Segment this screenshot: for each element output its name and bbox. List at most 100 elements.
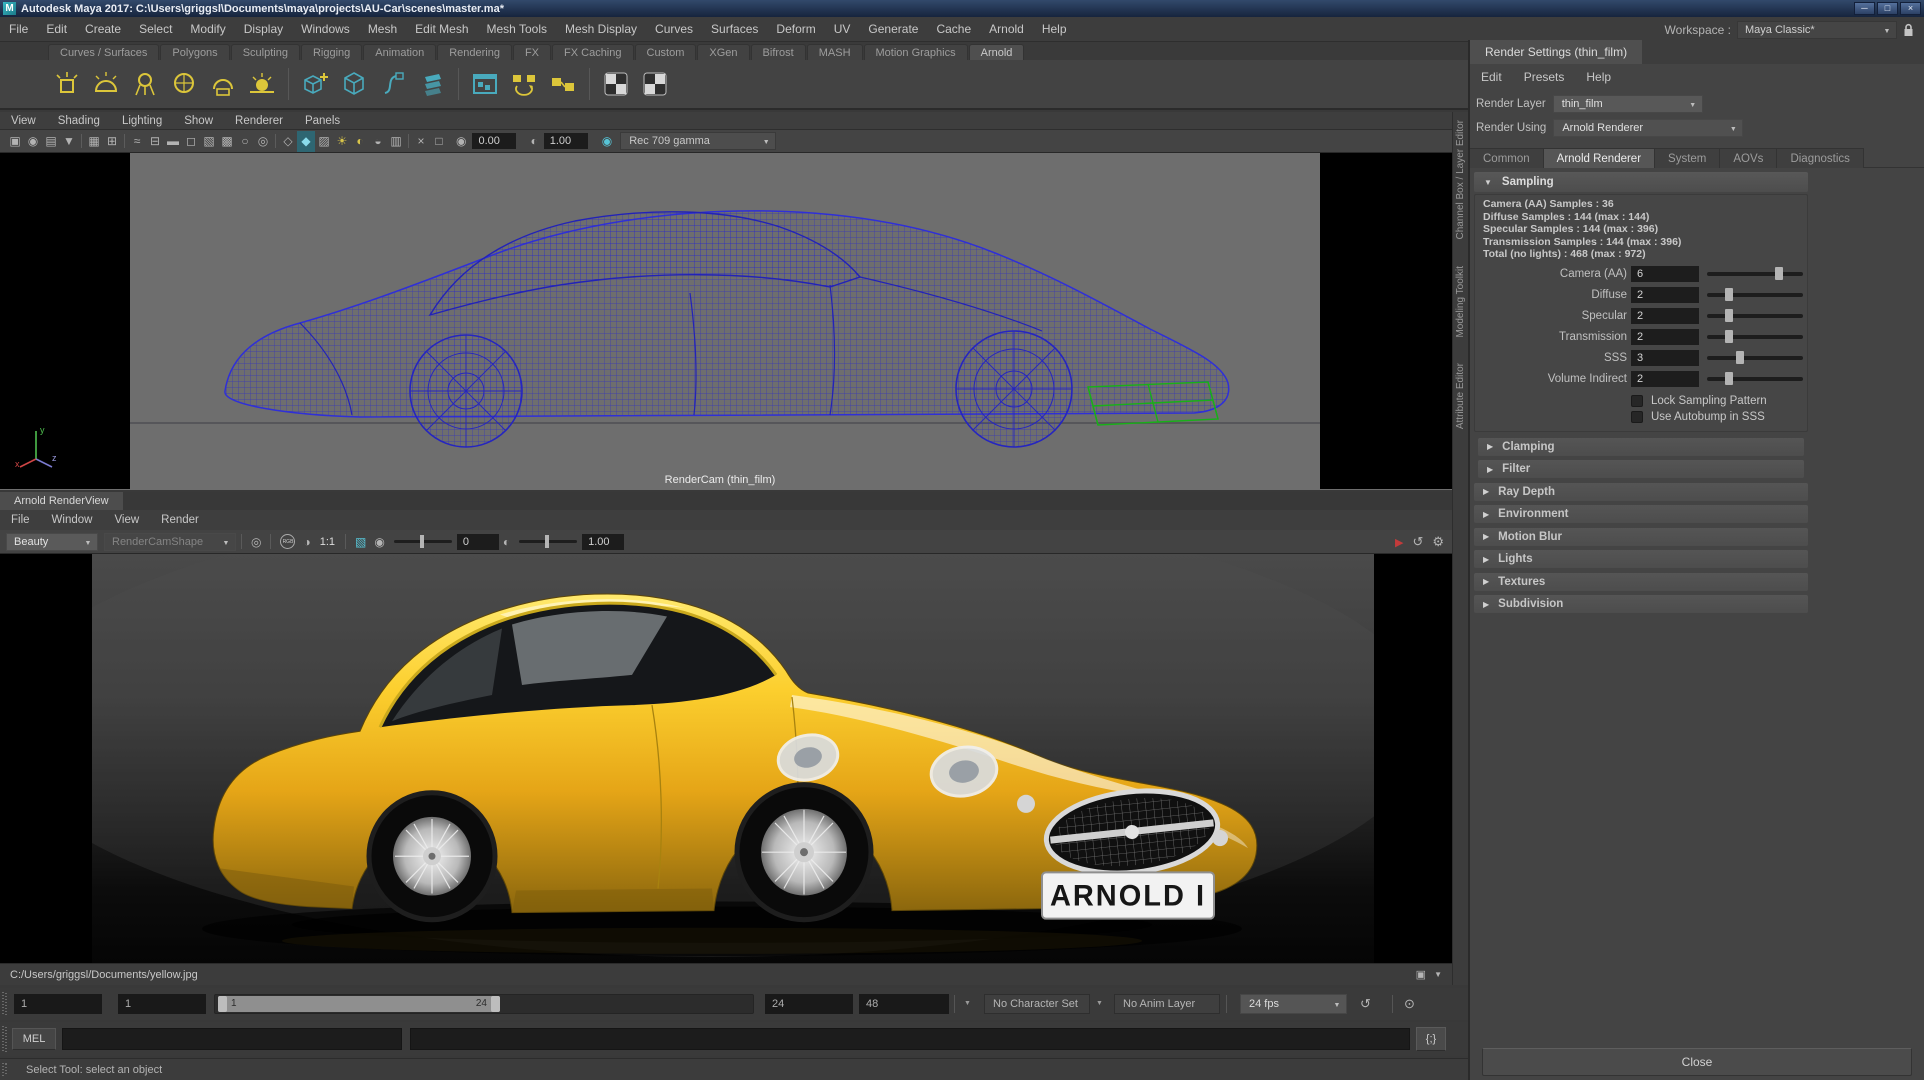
viewport-menu-item[interactable]: View bbox=[0, 112, 47, 129]
menu-item[interactable]: Mesh Tools bbox=[478, 17, 556, 41]
viewport-menu-item[interactable]: Shading bbox=[47, 112, 111, 129]
render-settings-tab[interactable]: Diagnostics bbox=[1777, 148, 1864, 168]
exposure-field[interactable]: 0 bbox=[456, 533, 499, 550]
checkbox[interactable] bbox=[1631, 410, 1643, 423]
character-set-menu-icon[interactable]: ▼ bbox=[964, 1000, 971, 1007]
animation-start-field[interactable]: 1 bbox=[14, 994, 102, 1014]
refresh-render-icon[interactable]: ↺ bbox=[1412, 534, 1423, 550]
separator[interactable] bbox=[408, 134, 409, 148]
anti-alias-icon[interactable]: ▥ bbox=[387, 131, 405, 152]
render-node-icon[interactable] bbox=[546, 67, 580, 101]
exposure-slider[interactable] bbox=[393, 535, 452, 548]
exposure-icon[interactable]: ◉ bbox=[374, 535, 384, 549]
animation-end-field[interactable]: 48 bbox=[859, 994, 949, 1014]
gamma-field[interactable]: 1.00 bbox=[582, 533, 625, 550]
pan-zoom-icon[interactable]: ⊞ bbox=[103, 131, 121, 152]
render-settings-tab[interactable]: System bbox=[1655, 148, 1721, 168]
side-tab[interactable]: Modeling Toolkit bbox=[1455, 266, 1466, 338]
occlusion-icon[interactable]: ◒ bbox=[369, 131, 387, 152]
section-header[interactable]: Filter bbox=[1478, 460, 1804, 478]
render-settings-menu-item[interactable]: Presets bbox=[1513, 65, 1576, 89]
renderview-menu-item[interactable]: Render bbox=[150, 510, 210, 530]
renderview-menu-item[interactable]: File bbox=[0, 510, 41, 530]
gamma-slider[interactable] bbox=[519, 535, 578, 548]
drag-handle[interactable] bbox=[2, 1063, 7, 1076]
menu-item[interactable]: Create bbox=[76, 17, 130, 41]
menu-item[interactable]: Select bbox=[130, 17, 181, 41]
grease-pencil-icon[interactable]: ≈ bbox=[128, 131, 146, 152]
field-chart-icon[interactable]: ▩ bbox=[218, 131, 236, 152]
exposure-icon[interactable]: ◉ bbox=[456, 134, 466, 148]
side-tab[interactable]: Channel Box / Layer Editor bbox=[1455, 120, 1466, 240]
slider-track[interactable] bbox=[1707, 350, 1803, 364]
save-image-icon[interactable]: ▣ bbox=[1416, 968, 1426, 981]
menu-item[interactable]: Curves bbox=[646, 17, 702, 41]
renderview-tab[interactable]: Arnold RenderView bbox=[0, 492, 123, 510]
standin-create-icon[interactable] bbox=[298, 67, 332, 101]
section-header[interactable]: Ray Depth bbox=[1474, 482, 1808, 501]
range-slider[interactable]: 1 24 bbox=[218, 996, 500, 1012]
safe-action-icon[interactable]: ○ bbox=[236, 131, 254, 152]
grid-icon[interactable]: ⊟ bbox=[146, 131, 164, 152]
playback-loop-icon[interactable]: ↺ bbox=[1360, 996, 1371, 1012]
anim-prefs-clock-icon[interactable]: ⊙ bbox=[1404, 996, 1415, 1012]
separator[interactable] bbox=[81, 134, 82, 148]
script-editor-icon[interactable]: {;} bbox=[1416, 1027, 1446, 1051]
viewport-canvas[interactable]: RenderCam (thin_film) y x z bbox=[0, 153, 1452, 489]
wireframe-render-region[interactable]: RenderCam (thin_film) bbox=[130, 153, 1320, 489]
slider-handle[interactable] bbox=[1725, 371, 1734, 385]
render-settings-tab[interactable]: AOVs bbox=[1720, 148, 1778, 168]
use-all-lights-icon[interactable]: ☀ bbox=[333, 131, 351, 152]
playback-start-field[interactable]: 1 bbox=[118, 994, 206, 1014]
chevron-down-icon[interactable] bbox=[1878, 22, 1896, 38]
render-layer-dropdown[interactable]: thin_film bbox=[1552, 95, 1703, 113]
render-settings-title[interactable]: Render Settings (thin_film) bbox=[1470, 40, 1643, 64]
viewport-exposure-field[interactable]: 0.00 bbox=[472, 133, 517, 149]
wireframe-mode-icon[interactable]: ◇ bbox=[279, 131, 297, 152]
menu-item[interactable]: Windows bbox=[292, 17, 359, 41]
snapshot-icon[interactable]: ◎ bbox=[251, 535, 261, 549]
slider-value-field[interactable]: 2 bbox=[1631, 286, 1699, 303]
bookmarks-icon[interactable]: ▼ bbox=[60, 131, 78, 152]
physical-sky-icon[interactable] bbox=[245, 67, 279, 101]
slider-handle[interactable] bbox=[1735, 350, 1744, 364]
camera-attributes-icon[interactable]: ▤ bbox=[42, 131, 60, 152]
render-play-icon[interactable]: ▶ bbox=[1395, 536, 1403, 549]
minimize-button[interactable]: ─ bbox=[1854, 2, 1875, 15]
chevron-down-icon[interactable]: ▼ bbox=[1434, 970, 1442, 979]
separator[interactable] bbox=[275, 134, 276, 148]
viewport-menu-item[interactable]: Renderer bbox=[224, 112, 294, 129]
slider-value-field[interactable]: 2 bbox=[1631, 307, 1699, 324]
side-tab[interactable]: Attribute Editor bbox=[1455, 363, 1466, 429]
aov-dropdown[interactable]: Beauty bbox=[6, 532, 98, 551]
command-input[interactable] bbox=[62, 1028, 402, 1050]
separator[interactable] bbox=[124, 134, 125, 148]
playback-end-field[interactable]: 24 bbox=[765, 994, 853, 1014]
shelf-tab[interactable]: FX bbox=[512, 44, 552, 60]
render-view-icon[interactable] bbox=[468, 67, 502, 101]
shelf-tab[interactable]: Custom bbox=[634, 44, 697, 60]
section-header[interactable]: Textures bbox=[1474, 572, 1808, 591]
menu-item[interactable]: Edit Mesh bbox=[406, 17, 477, 41]
gate-mask-icon[interactable]: ▧ bbox=[200, 131, 218, 152]
gamma-icon[interactable]: ◐ bbox=[530, 134, 537, 148]
menu-item[interactable]: Arnold bbox=[980, 17, 1033, 41]
shelf-tab[interactable]: Rendering bbox=[437, 44, 512, 60]
lock-icon[interactable] bbox=[1903, 23, 1914, 37]
renderview-menu-item[interactable]: View bbox=[103, 510, 150, 530]
light-portal-icon[interactable] bbox=[206, 67, 240, 101]
anim-layer-field[interactable]: No Anim Layer bbox=[1114, 994, 1220, 1014]
chevron-down-icon[interactable] bbox=[1724, 120, 1742, 136]
texture-checker-icon[interactable] bbox=[599, 67, 633, 101]
photometric-light-icon[interactable] bbox=[167, 67, 201, 101]
renderview-canvas[interactable]: ARNOLD I bbox=[0, 554, 1452, 963]
render-using-dropdown[interactable]: Arnold Renderer bbox=[1553, 119, 1744, 137]
section-header[interactable]: Lights bbox=[1474, 550, 1808, 568]
menu-item[interactable]: UV bbox=[825, 17, 860, 41]
shelf-tab[interactable]: XGen bbox=[697, 44, 750, 60]
menu-item[interactable]: Edit bbox=[37, 17, 76, 41]
gamma-icon[interactable]: ◐ bbox=[503, 535, 510, 549]
shelf-tab[interactable]: Bifrost bbox=[750, 44, 806, 60]
command-language-button[interactable]: MEL bbox=[12, 1028, 56, 1050]
image-plane-icon[interactable]: ▦ bbox=[85, 131, 103, 152]
